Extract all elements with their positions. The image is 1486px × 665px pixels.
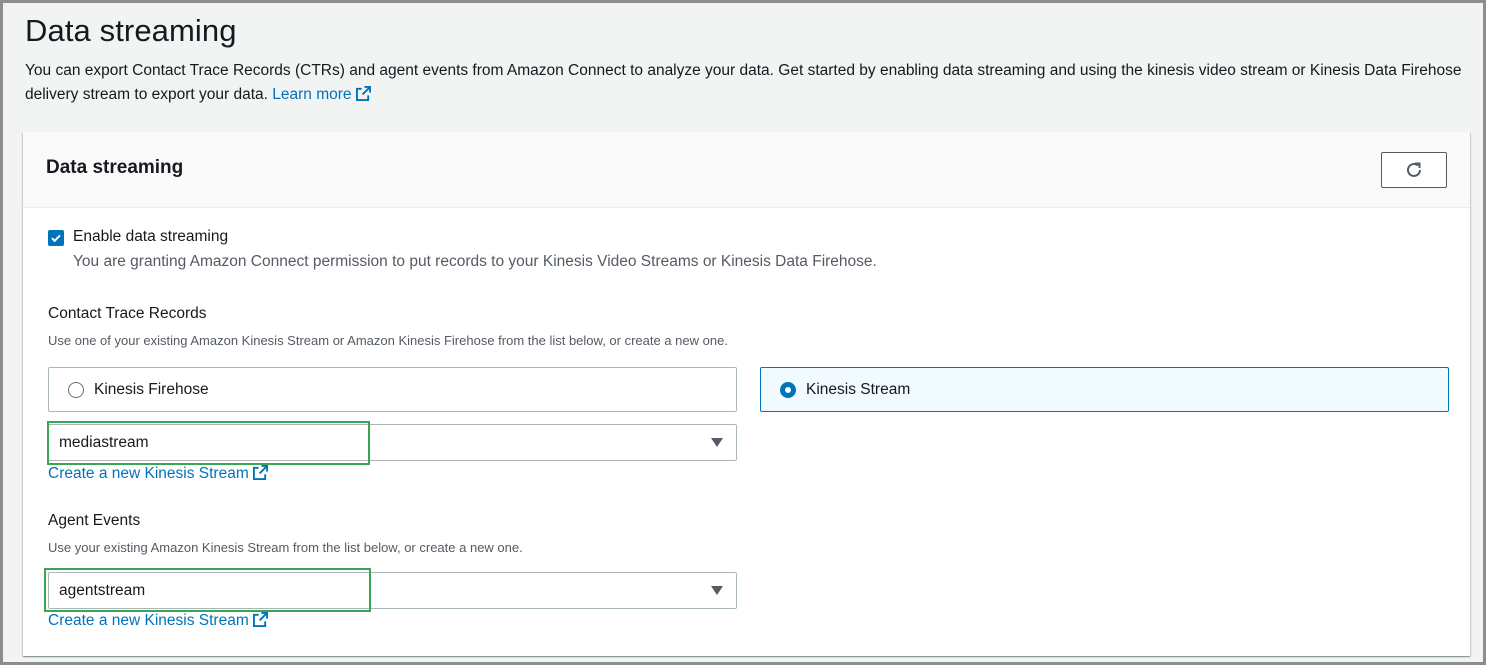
- radio-kinesis-firehose[interactable]: [68, 381, 84, 398]
- panel-title: Data streaming: [46, 157, 184, 178]
- checkmark-icon: [51, 234, 61, 243]
- refresh-icon: [1407, 162, 1421, 177]
- create-kinesis-stream-link-agent[interactable]: Create a new Kinesis Stream: [48, 612, 268, 630]
- enable-streaming-checkbox[interactable]: [48, 230, 64, 246]
- app-frame: Data streaming You can export Contact Tr…: [0, 0, 1486, 665]
- agent-events-description: Use your existing Amazon Kinesis Stream …: [48, 540, 523, 555]
- refresh-button[interactable]: [1381, 152, 1447, 188]
- radio-tile-kinesis-stream[interactable]: Kinesis Stream: [760, 367, 1449, 412]
- create-link-label-agent: Create a new Kinesis Stream: [48, 612, 249, 629]
- enable-streaming-description: You are granting Amazon Connect permissi…: [73, 253, 877, 270]
- enable-streaming-label[interactable]: Enable data streaming: [73, 228, 228, 246]
- agent-events-label: Agent Events: [48, 512, 141, 529]
- external-link-icon: [355, 86, 371, 101]
- learn-more-label: Learn more: [272, 86, 352, 103]
- ctr-label: Contact Trace Records: [48, 305, 207, 322]
- caret-down-icon: [711, 438, 723, 447]
- page-title: Data streaming: [25, 13, 237, 48]
- ctr-description: Use one of your existing Amazon Kinesis …: [48, 333, 728, 348]
- ctr-stream-select[interactable]: mediastream: [48, 424, 737, 461]
- learn-more-link[interactable]: Learn more: [272, 86, 371, 103]
- create-link-label-ctr: Create a new Kinesis Stream: [48, 465, 249, 482]
- ctr-stream-select-value: mediastream: [59, 434, 149, 451]
- radio-label-kinesis-stream: Kinesis Stream: [806, 380, 911, 398]
- agent-stream-select-value: agentstream: [59, 582, 146, 599]
- external-link-icon: [252, 612, 268, 627]
- data-streaming-panel: Data streaming Enable data streaming You…: [23, 132, 1470, 656]
- agent-stream-select[interactable]: agentstream: [48, 572, 737, 609]
- caret-down-icon: [711, 586, 723, 595]
- external-link-icon: [252, 465, 268, 480]
- page-description-text: You can export Contact Trace Records (CT…: [25, 62, 1462, 103]
- panel-header: Data streaming: [23, 132, 1470, 208]
- radio-kinesis-stream[interactable]: [780, 381, 796, 398]
- create-kinesis-stream-link-ctr[interactable]: Create a new Kinesis Stream: [48, 465, 268, 483]
- radio-tile-kinesis-firehose[interactable]: Kinesis Firehose: [48, 367, 737, 412]
- page-description: You can export Contact Trace Records (CT…: [25, 59, 1465, 107]
- radio-label-kinesis-firehose: Kinesis Firehose: [94, 380, 209, 398]
